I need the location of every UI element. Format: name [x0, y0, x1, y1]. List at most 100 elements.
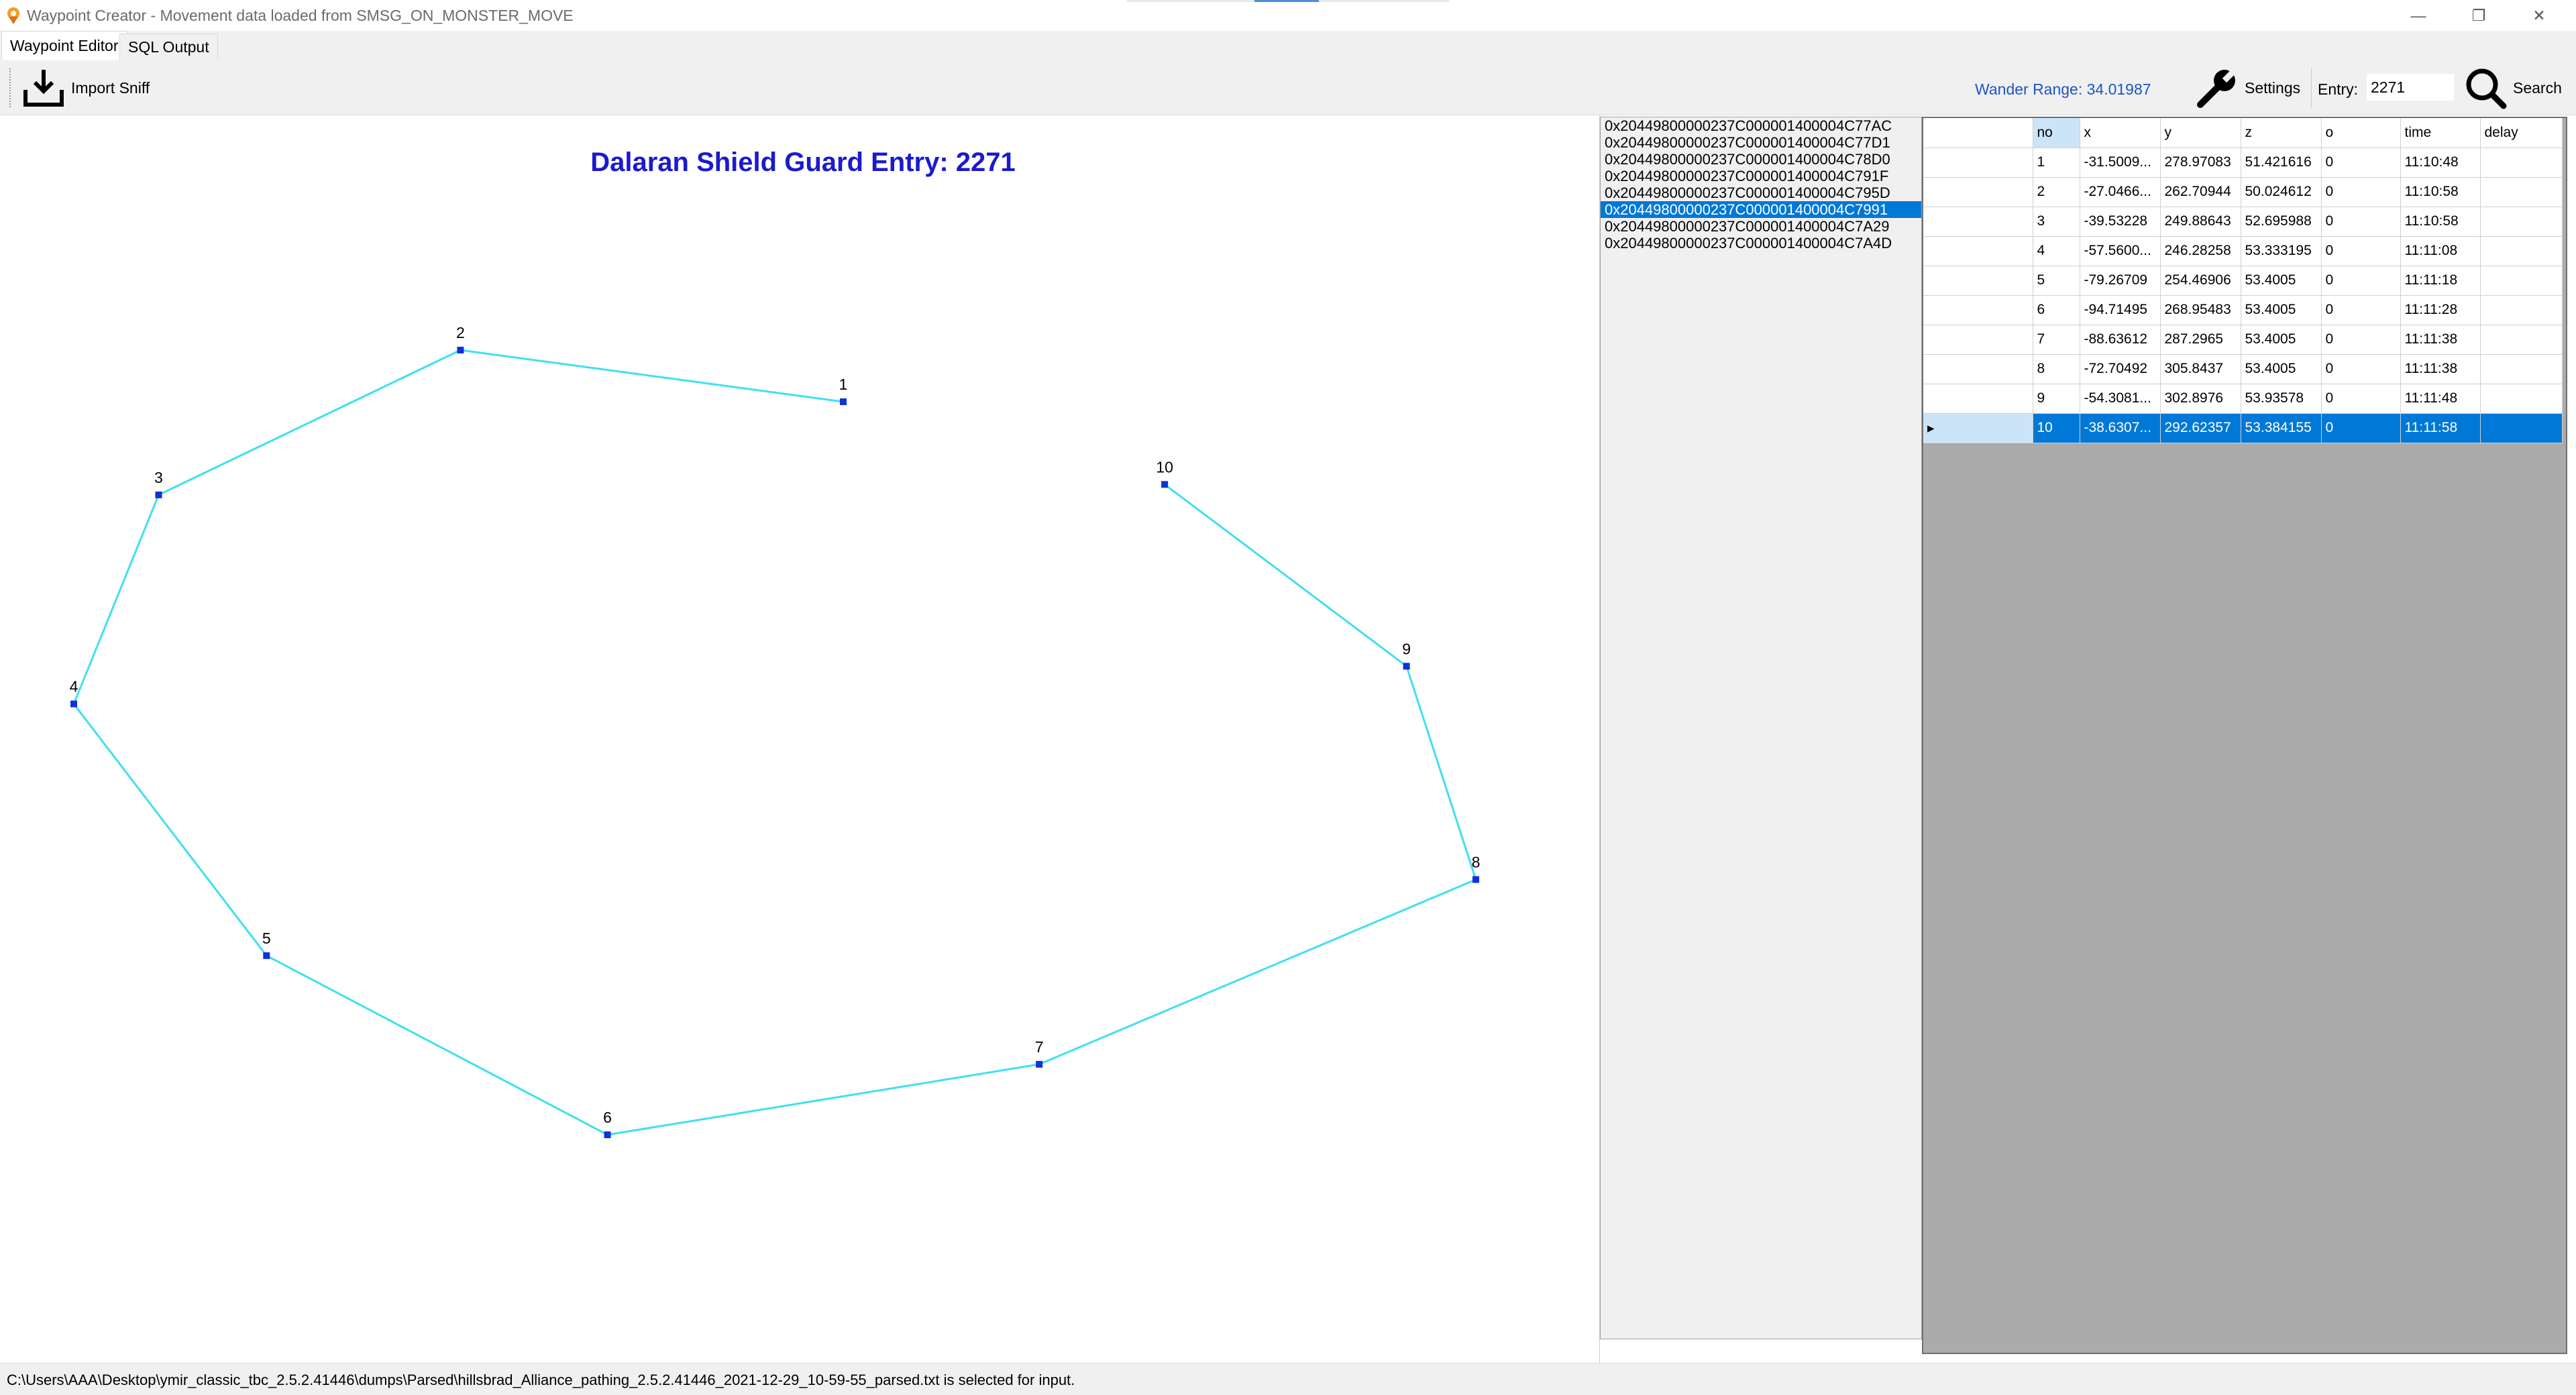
table-cell-o[interactable]: 0 [2321, 354, 2401, 384]
table-cell-o[interactable]: 0 [2321, 236, 2401, 266]
row-header[interactable] [1923, 354, 2033, 384]
table-cell-delay[interactable] [2480, 148, 2563, 178]
table-cell-y[interactable]: 305.8437 [2160, 354, 2241, 384]
table-cell-o[interactable]: 0 [2321, 325, 2401, 355]
table-cell-z[interactable]: 53.4005 [2241, 325, 2322, 355]
table-row[interactable]: 7 -88.63612 287.2965 53.4005 0 11:11:38 [1923, 325, 2563, 355]
search-button[interactable]: Search [2463, 66, 2562, 110]
table-cell-no[interactable]: 7 [2033, 325, 2080, 355]
table-cell-time[interactable]: 11:11:58 [2400, 413, 2481, 443]
table-row[interactable]: 1 -31.5009... 278.97083 51.421616 0 11:10:48 [1923, 148, 2563, 178]
table-cell-x[interactable]: -38.6307... [2080, 413, 2161, 443]
waypoint-marker[interactable] [1161, 481, 1169, 488]
list-item[interactable]: 0x20449800000237C000001400004C791F [1601, 168, 1921, 184]
table-cell-no[interactable]: 10 [2033, 413, 2080, 443]
row-header[interactable] [1923, 177, 2033, 207]
row-header[interactable] [1923, 325, 2033, 355]
table-cell-x[interactable]: -94.71495 [2080, 295, 2161, 325]
list-item[interactable]: 0x20449800000237C000001400004C77AC [1601, 117, 1921, 134]
row-header[interactable] [1923, 207, 2033, 237]
table-cell-delay[interactable] [2480, 354, 2563, 384]
table-cell-x[interactable]: -31.5009... [2080, 148, 2161, 178]
waypoint-canvas[interactable]: Dalaran Shield Guard Entry: 2271 1 2 3 4 5 6 7… [0, 115, 1600, 1363]
grid-corner-header[interactable] [1923, 118, 2033, 148]
row-header[interactable] [1923, 295, 2033, 325]
waypoint-path-chart[interactable]: Dalaran Shield Guard Entry: 2271 1 2 3 4 5 6 7… [0, 115, 1599, 1363]
column-header-o[interactable]: o [2321, 118, 2401, 148]
table-cell-z[interactable]: 50.024612 [2241, 177, 2322, 207]
column-header-y[interactable]: y [2160, 118, 2241, 148]
table-row[interactable]: 9 -54.3081... 302.8976 53.93578 0 11:11:48 [1923, 384, 2563, 414]
table-cell-delay[interactable] [2480, 236, 2563, 266]
table-cell-y[interactable]: 254.46906 [2160, 266, 2241, 296]
waypoint-marker[interactable] [1403, 663, 1410, 670]
table-cell-y[interactable]: 292.62357 [2160, 413, 2241, 443]
table-cell-no[interactable]: 1 [2033, 148, 2080, 178]
tab-waypoint-editor[interactable]: Waypoint Editor [1, 31, 127, 60]
table-row[interactable]: 2 -27.0466... 262.70944 50.024612 0 11:10:58 [1923, 177, 2563, 207]
table-cell-delay[interactable] [2480, 384, 2563, 414]
table-cell-no[interactable]: 3 [2033, 207, 2080, 237]
table-cell-z[interactable]: 53.4005 [2241, 295, 2322, 325]
waypoint-marker[interactable] [1036, 1060, 1043, 1068]
guid-listbox[interactable]: 0x20449800000237C000001400004C77AC 0x2044… [1600, 117, 1922, 1339]
column-header-z[interactable]: z [2241, 118, 2322, 148]
table-cell-o[interactable]: 0 [2321, 384, 2401, 414]
table-cell-time[interactable]: 11:10:48 [2400, 148, 2481, 178]
table-row[interactable]: 3 -39.53228 249.88643 52.695988 0 11:10:58 [1923, 207, 2563, 237]
waypoint-grid[interactable]: no x y z o time delay 1 -31.5009... 278.97083 51.… [1922, 117, 2567, 1354]
table-cell-no[interactable]: 9 [2033, 384, 2080, 414]
table-cell-o[interactable]: 0 [2321, 266, 2401, 296]
table-cell-time[interactable]: 11:11:08 [2400, 236, 2481, 266]
table-row[interactable]: 6 -94.71495 268.95483 53.4005 0 11:11:28 [1923, 295, 2563, 325]
table-cell-time[interactable]: 11:11:28 [2400, 295, 2481, 325]
table-row[interactable]: 5 -79.26709 254.46906 53.4005 0 11:11:18 [1923, 266, 2563, 296]
table-cell-x[interactable]: -79.26709 [2080, 266, 2161, 296]
waypoint-marker[interactable] [457, 347, 464, 353]
row-header[interactable] [1923, 384, 2033, 414]
table-row[interactable]: ▸ 10 -38.6307... 292.62357 53.384155 0 11:11:5… [1923, 413, 2563, 443]
row-header[interactable] [1923, 266, 2033, 296]
table-cell-time[interactable]: 11:10:58 [2400, 207, 2481, 237]
table-cell-y[interactable]: 278.97083 [2160, 148, 2241, 178]
table-cell-no[interactable]: 2 [2033, 177, 2080, 207]
waypoint-marker[interactable] [604, 1131, 611, 1138]
table-cell-time[interactable]: 11:11:38 [2400, 354, 2481, 384]
table-cell-no[interactable]: 8 [2033, 354, 2080, 384]
waypoint-marker[interactable] [1472, 876, 1479, 883]
row-header[interactable]: ▸ [1923, 413, 2033, 443]
table-cell-y[interactable]: 287.2965 [2160, 325, 2241, 355]
row-header[interactable] [1923, 148, 2033, 178]
table-cell-x[interactable]: -72.70492 [2080, 354, 2161, 384]
table-cell-x[interactable]: -27.0466... [2080, 177, 2161, 207]
table-cell-x[interactable]: -54.3081... [2080, 384, 2161, 414]
list-item[interactable]: 0x20449800000237C000001400004C7A29 [1601, 218, 1921, 235]
table-cell-no[interactable]: 5 [2033, 266, 2080, 296]
table-cell-o[interactable]: 0 [2321, 207, 2401, 237]
list-item[interactable]: 0x20449800000237C000001400004C7991 [1601, 201, 1921, 218]
table-cell-y[interactable]: 246.28258 [2160, 236, 2241, 266]
table-cell-delay[interactable] [2480, 413, 2563, 443]
table-cell-z[interactable]: 53.4005 [2241, 354, 2322, 384]
import-sniff-button[interactable]: Import Sniff [21, 66, 150, 110]
waypoint-marker[interactable] [263, 952, 270, 959]
table-cell-z[interactable]: 53.4005 [2241, 266, 2322, 296]
table-row[interactable]: 4 -57.5600... 246.28258 53.333195 0 11:11:08 [1923, 236, 2563, 266]
table-cell-o[interactable]: 0 [2321, 177, 2401, 207]
entry-input[interactable] [2367, 74, 2454, 101]
table-row[interactable]: 8 -72.70492 305.8437 53.4005 0 11:11:38 [1923, 354, 2563, 384]
table-cell-x[interactable]: -88.63612 [2080, 325, 2161, 355]
table-cell-o[interactable]: 0 [2321, 148, 2401, 178]
column-header-delay[interactable]: delay [2480, 118, 2563, 148]
table-cell-y[interactable]: 302.8976 [2160, 384, 2241, 414]
table-cell-time[interactable]: 11:11:48 [2400, 384, 2481, 414]
list-item[interactable]: 0x20449800000237C000001400004C78D0 [1601, 151, 1921, 168]
column-header-time[interactable]: time [2400, 118, 2481, 148]
table-cell-y[interactable]: 262.70944 [2160, 177, 2241, 207]
table-cell-o[interactable]: 0 [2321, 295, 2401, 325]
list-item[interactable]: 0x20449800000237C000001400004C7A4D [1601, 235, 1921, 252]
table-cell-time[interactable]: 11:11:38 [2400, 325, 2481, 355]
table-cell-o[interactable]: 0 [2321, 413, 2401, 443]
table-cell-no[interactable]: 4 [2033, 236, 2080, 266]
table-cell-delay[interactable] [2480, 295, 2563, 325]
